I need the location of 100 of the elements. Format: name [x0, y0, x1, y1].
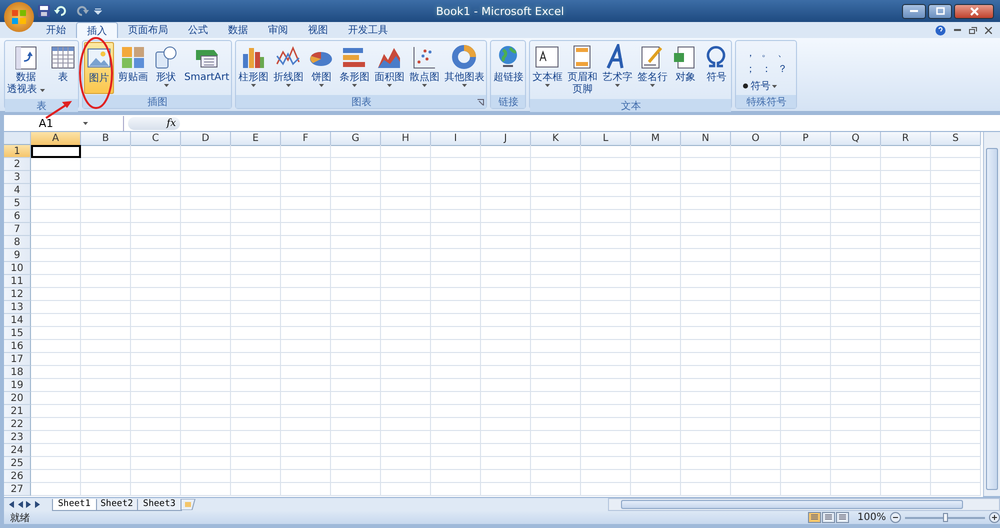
row-header[interactable]: 17: [4, 353, 31, 366]
column-header[interactable]: M: [631, 132, 681, 146]
column-header[interactable]: B: [81, 132, 131, 146]
ribbon-button[interactable]: 剪贴画: [117, 42, 150, 94]
row-header[interactable]: 4: [4, 184, 31, 197]
cell-grid[interactable]: [31, 145, 981, 496]
row-header[interactable]: 25: [4, 457, 31, 470]
row-header[interactable]: 6: [4, 210, 31, 223]
ribbon-button[interactable]: 图片: [84, 42, 114, 94]
column-header[interactable]: Q: [831, 132, 881, 146]
row-header[interactable]: 14: [4, 314, 31, 327]
column-header[interactable]: H: [381, 132, 431, 146]
ribbon-button[interactable]: 符号: [702, 42, 730, 98]
column-header[interactable]: C: [131, 132, 181, 146]
ribbon-button[interactable]: 散点图: [408, 42, 440, 94]
ribbon-button[interactable]: 超链接: [492, 42, 524, 94]
ribbon-button[interactable]: 柱形图: [237, 42, 270, 94]
ribbon-button[interactable]: 页眉和 页脚: [566, 42, 598, 98]
ribbon-button[interactable]: 条形图: [338, 42, 370, 94]
column-header[interactable]: G: [331, 132, 381, 146]
column-header[interactable]: J: [481, 132, 531, 146]
ribbon-tab[interactable]: 页面布局: [118, 22, 178, 38]
row-header[interactable]: 15: [4, 327, 31, 340]
insert-function-button[interactable]: fx: [128, 116, 180, 130]
close-button[interactable]: [954, 4, 994, 18]
help-icon[interactable]: [935, 24, 946, 36]
sheet-tab[interactable]: Sheet2: [94, 498, 140, 510]
row-header[interactable]: 3: [4, 171, 31, 184]
row-header[interactable]: 9: [4, 249, 31, 262]
ribbon-tab[interactable]: 视图: [298, 22, 338, 38]
zoom-level[interactable]: 100%: [857, 512, 886, 523]
ribbon-button[interactable]: 表: [49, 42, 78, 98]
active-cell[interactable]: [31, 145, 81, 158]
ribbon-button[interactable]: 面积图: [373, 42, 406, 94]
close-icon[interactable]: [985, 26, 992, 34]
customize-icon[interactable]: [94, 7, 102, 15]
column-header[interactable]: L: [581, 132, 631, 146]
sheet-tab[interactable]: Sheet1: [52, 498, 97, 510]
row-header[interactable]: 27: [4, 483, 31, 496]
row-header[interactable]: 16: [4, 340, 31, 353]
restore-icon[interactable]: [969, 26, 977, 34]
ribbon-tab[interactable]: 插入: [76, 22, 118, 38]
column-header[interactable]: D: [181, 132, 231, 146]
ribbon-button[interactable]: 签名行: [636, 42, 668, 98]
vertical-scrollbar[interactable]: [983, 132, 1000, 496]
view-icon[interactable]: [836, 512, 850, 523]
symbol-dropdown[interactable]: 符号: [743, 78, 790, 94]
row-header[interactable]: 22: [4, 418, 31, 431]
column-header[interactable]: I: [431, 132, 481, 146]
symbol-button[interactable]: ，: [743, 46, 758, 62]
row-header[interactable]: 7: [4, 223, 31, 236]
ribbon-button[interactable]: 对象: [671, 42, 700, 98]
office-button[interactable]: [4, 2, 34, 32]
view-icon[interactable]: [822, 512, 836, 523]
ribbon-tab[interactable]: 开始: [36, 22, 76, 38]
column-header[interactable]: N: [681, 132, 731, 146]
ribbon-button[interactable]: 文本框: [531, 42, 564, 98]
symbol-button[interactable]: 。: [759, 46, 774, 62]
ribbon-button[interactable]: SmartArt: [183, 42, 230, 94]
row-header[interactable]: 18: [4, 366, 31, 379]
zoom-slider-thumb[interactable]: [943, 512, 948, 522]
row-header[interactable]: 8: [4, 236, 31, 249]
row-header[interactable]: 24: [4, 444, 31, 457]
ribbon-tab[interactable]: 数据: [218, 22, 258, 38]
ribbon-button[interactable]: 形状: [152, 42, 180, 94]
row-header[interactable]: 2: [4, 158, 31, 171]
row-header[interactable]: 20: [4, 392, 31, 405]
symbol-button[interactable]: ：: [759, 62, 774, 78]
row-header[interactable]: 5: [4, 197, 31, 210]
minimize-button[interactable]: [902, 4, 926, 18]
ribbon-button[interactable]: 其他图表: [443, 42, 486, 94]
minimize-icon[interactable]: [954, 28, 961, 32]
ribbon-button[interactable]: 折线图: [272, 42, 304, 94]
column-header[interactable]: R: [881, 132, 931, 146]
save-icon[interactable]: [38, 5, 50, 17]
ribbon-tab[interactable]: 公式: [178, 22, 218, 38]
row-header[interactable]: 1: [4, 145, 31, 158]
ribbon-tab[interactable]: 开发工具: [338, 22, 398, 38]
row-header[interactable]: 12: [4, 288, 31, 301]
row-header[interactable]: 19: [4, 379, 31, 392]
maximize-button[interactable]: [928, 4, 952, 18]
name-box[interactable]: A1: [4, 116, 124, 130]
row-header[interactable]: 21: [4, 405, 31, 418]
column-header[interactable]: K: [531, 132, 581, 146]
row-header[interactable]: 13: [4, 301, 31, 314]
symbol-button[interactable]: 、: [775, 46, 790, 62]
zoom-in-icon[interactable]: [989, 512, 1000, 523]
ribbon-button[interactable]: 饼图: [307, 42, 336, 94]
column-header[interactable]: P: [781, 132, 831, 146]
row-header[interactable]: 23: [4, 431, 31, 444]
view-icon[interactable]: [808, 512, 822, 523]
ribbon-tab[interactable]: 审阅: [258, 22, 298, 38]
zoom-out-icon[interactable]: [890, 512, 901, 523]
dialog-launcher-icon[interactable]: [477, 99, 484, 106]
horizontal-scrollbar[interactable]: [608, 498, 1000, 511]
column-header[interactable]: O: [731, 132, 781, 146]
ribbon-button[interactable]: 数据 透视表: [6, 42, 46, 98]
column-header[interactable]: S: [931, 132, 981, 146]
redo-icon[interactable]: [74, 6, 90, 16]
row-header[interactable]: 11: [4, 275, 31, 288]
